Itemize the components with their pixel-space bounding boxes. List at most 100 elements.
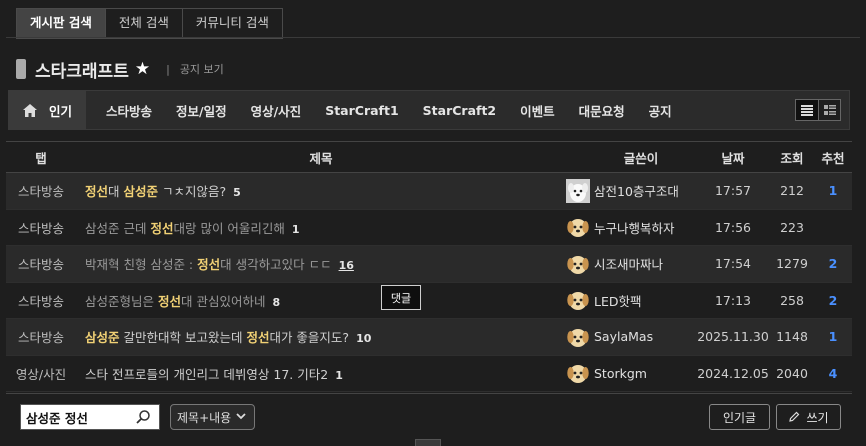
notice-link[interactable]: 공지 보기 bbox=[180, 61, 224, 77]
author-name: SaylaMas bbox=[594, 329, 654, 345]
comment-count[interactable]: 8 bbox=[272, 296, 280, 309]
post-author[interactable]: Storkgm bbox=[566, 361, 696, 385]
post-date: 17:57 bbox=[714, 183, 752, 199]
thumbnail-view-button[interactable] bbox=[818, 100, 840, 120]
post-views: 1148 bbox=[776, 329, 808, 345]
table-row[interactable]: 영상/사진 스타 전프로들의 개인리그 데뷔영상 17. 기타2 1 Storkgm 2… bbox=[6, 356, 852, 392]
post-title-part: 대 생각하고있다 ㄷㄷ bbox=[220, 257, 332, 273]
post-tab: 영상/사진 bbox=[15, 366, 67, 382]
popular-posts-label: 인기글 bbox=[722, 410, 757, 425]
post-title-link[interactable]: 정선대 삼성준 ㄱㅊ지않음? bbox=[85, 184, 226, 199]
post-date: 17:54 bbox=[714, 256, 752, 272]
category-popular[interactable]: 인기 bbox=[9, 91, 87, 129]
author-name: LED핫팩 bbox=[594, 293, 642, 309]
category-starcraft2[interactable]: StarCraft2 bbox=[423, 103, 496, 118]
category-star-broadcast[interactable]: 스타방송 bbox=[106, 101, 152, 120]
category-banner-request[interactable]: 대문요청 bbox=[579, 101, 625, 120]
post-author[interactable]: 시조새마짜나 bbox=[566, 252, 696, 276]
tab-all-search[interactable]: 전체 검색 bbox=[105, 9, 183, 38]
post-title-part: 정선 bbox=[246, 330, 270, 346]
post-title-part: ㄱㅊ지않음? bbox=[158, 184, 227, 200]
popular-posts-button[interactable]: 인기글 bbox=[709, 404, 770, 430]
page-title[interactable]: 스타크래프트 bbox=[35, 57, 129, 82]
post-title-part: 스타 전프로들의 개인리그 데뷔영상 17. 기타2 bbox=[85, 366, 329, 382]
post-tab: 스타방송 bbox=[17, 293, 64, 309]
post-recommend: 4 bbox=[828, 365, 838, 381]
post-author[interactable]: 누구나행복하자 bbox=[566, 215, 696, 239]
search-icon[interactable] bbox=[135, 409, 151, 425]
post-title-part: 대 관심있어하네 bbox=[181, 293, 266, 309]
comment-tooltip: 댓글 bbox=[381, 285, 421, 310]
post-title-link[interactable]: 삼성준형님은 정선대 관심있어하네 bbox=[85, 294, 265, 309]
post-title-part: 삼성준 bbox=[85, 330, 120, 346]
table-row[interactable]: 스타방송 삼성준형님은 정선대 관심있어하네 8 LED핫팩 17:13 258 2 bbox=[6, 283, 852, 319]
star-icon[interactable]: ★ bbox=[135, 59, 150, 79]
post-tab: 스타방송 bbox=[17, 257, 64, 273]
post-title-part: 정선 bbox=[197, 257, 221, 273]
category-info-schedule[interactable]: 정보/일정 bbox=[176, 101, 227, 120]
post-title-link[interactable]: 삼성준 근데 정선대랑 많이 어울리긴해 bbox=[85, 221, 285, 236]
comment-count[interactable]: 1 bbox=[335, 369, 343, 382]
table-row[interactable]: 스타방송 삼성준 근데 정선대랑 많이 어울리긴해 1 누구나행복하자 17:56 223 bbox=[6, 210, 852, 246]
comment-count[interactable]: 1 bbox=[292, 223, 300, 236]
category-notice[interactable]: 공지 bbox=[649, 101, 672, 120]
post-date: 2025.11.30 bbox=[697, 329, 769, 345]
category-starcraft1[interactable]: StarCraft1 bbox=[325, 103, 398, 118]
write-button[interactable]: 쓰기 bbox=[776, 404, 841, 430]
search-type-select[interactable]: 제목+내용 bbox=[170, 404, 255, 430]
avatar bbox=[566, 215, 590, 239]
post-author[interactable]: 삼전10층구조대 bbox=[566, 178, 696, 203]
post-title-cell: 정선대 삼성준 ㄱㅊ지않음? 5 bbox=[76, 181, 566, 200]
header-title: 제목 bbox=[309, 150, 333, 166]
post-title-part: 정선 bbox=[157, 293, 181, 309]
search-type-label: 제목+내용 bbox=[177, 410, 232, 425]
post-author[interactable]: LED핫팩 bbox=[566, 288, 696, 312]
post-title-part: 삼성준 bbox=[123, 184, 159, 200]
header-tab: 탭 bbox=[35, 150, 47, 166]
post-tab: 스타방송 bbox=[17, 330, 64, 346]
post-table: 탭 제목 글쓴이 날짜 조회 추천 스타방송 정선대 삼성준 ㄱㅊ지않음? 5 삼전1… bbox=[6, 141, 852, 392]
comment-count[interactable]: 5 bbox=[233, 186, 241, 199]
tab-community-search[interactable]: 커뮤니티 검색 bbox=[182, 9, 282, 38]
post-date: 2024.12.05 bbox=[697, 365, 769, 381]
avatar bbox=[566, 325, 590, 349]
table-row[interactable]: 스타방송 정선대 삼성준 ㄱㅊ지않음? 5 삼전10층구조대 17:57 212 1 bbox=[6, 173, 852, 210]
category-event[interactable]: 이벤트 bbox=[520, 101, 555, 120]
avatar bbox=[566, 178, 590, 203]
comment-count[interactable]: 16 bbox=[339, 259, 354, 272]
list-view-button[interactable] bbox=[796, 100, 818, 120]
post-title-part: 삼성준 근데 bbox=[85, 220, 151, 236]
post-author[interactable]: SaylaMas bbox=[566, 325, 696, 349]
post-title-part: 정선 bbox=[85, 184, 109, 200]
author-name: 시조새마짜나 bbox=[594, 257, 664, 273]
post-views: 2040 bbox=[776, 365, 808, 381]
avatar bbox=[566, 288, 590, 312]
divider bbox=[6, 37, 860, 38]
write-label: 쓰기 bbox=[806, 410, 829, 425]
avatar bbox=[566, 361, 590, 385]
header-views: 조회 bbox=[780, 150, 804, 166]
tab-board-search[interactable]: 게시판 검색 bbox=[17, 9, 106, 38]
thumbnail-list-icon bbox=[823, 104, 836, 115]
post-title-link[interactable]: 박재혁 친형 삼성준 : 정선대 생각하고있다 ㄷㄷ bbox=[85, 257, 332, 272]
post-title-part: 대가 좋을지도? bbox=[269, 330, 350, 346]
chevron-down-icon bbox=[236, 412, 246, 423]
post-date: 17:56 bbox=[714, 219, 752, 235]
post-title-link[interactable]: 삼성준 갈만한대학 보고왔는데 정선대가 좋을지도? bbox=[85, 330, 349, 345]
post-title-cell: 박재혁 친형 삼성준 : 정선대 생각하고있다 ㄷㄷ 16 bbox=[76, 254, 566, 273]
category-popular-label: 인기 bbox=[49, 103, 73, 119]
category-video-photo[interactable]: 영상/사진 bbox=[251, 101, 302, 120]
author-name: 누구나행복하자 bbox=[594, 220, 675, 236]
pencil-icon bbox=[789, 411, 800, 422]
table-row[interactable]: 스타방송 박재혁 친형 삼성준 : 정선대 생각하고있다 ㄷㄷ 16 시조새마짜나 17… bbox=[6, 246, 852, 283]
search-input[interactable] bbox=[21, 409, 133, 425]
comment-count[interactable]: 10 bbox=[356, 332, 371, 345]
view-toggle bbox=[795, 99, 841, 121]
post-recommend: 1 bbox=[828, 183, 838, 199]
table-row[interactable]: 스타방송 삼성준 갈만한대학 보고왔는데 정선대가 좋을지도? 10 SaylaMas… bbox=[6, 319, 852, 356]
post-views: 258 bbox=[780, 292, 804, 308]
post-title-link[interactable]: 스타 전프로들의 개인리그 데뷔영상 17. 기타2 bbox=[85, 367, 328, 382]
post-tab: 스타방송 bbox=[17, 220, 64, 236]
pagination[interactable] bbox=[415, 439, 441, 446]
post-title-cell: 삼성준형님은 정선대 관심있어하네 8 bbox=[76, 291, 566, 310]
